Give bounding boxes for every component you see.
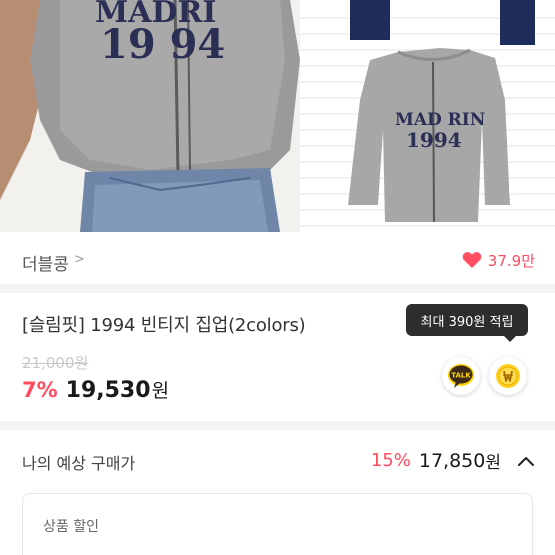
chevron-up-icon[interactable] <box>517 455 535 467</box>
chevron-right-icon[interactable]: > <box>74 252 85 267</box>
kakao-talk-button[interactable]: TALK <box>442 357 480 395</box>
discount-detail-card: 상품 할인 <box>22 493 533 555</box>
like-button[interactable]: 37.9만 <box>462 248 535 272</box>
brand-name-link[interactable]: 더블콩 <box>22 250 69 275</box>
product-hero-image[interactable]: MADRI 19 94 MAD RIN 1994 <box>0 0 555 232</box>
price-row: 7% 19,530 원 <box>22 376 169 403</box>
expected-discount-rate: 15% <box>370 450 411 471</box>
sale-price-currency: 원 <box>151 380 170 402</box>
product-title: [슬림핏] 1994 빈티지 집업(2colors) <box>22 315 306 336</box>
discount-card-title: 상품 할인 <box>43 519 99 535</box>
product-jacket-year: 1994 <box>406 128 462 152</box>
discount-rate: 7% <box>22 378 58 402</box>
product-jacket-illustration: MAD RIN 1994 <box>348 48 510 223</box>
expected-price-label: 나의 예상 구매가 <box>22 454 136 473</box>
kakao-talk-icon: TALK <box>448 364 474 388</box>
tooltip-arrow <box>503 335 517 342</box>
section-divider <box>0 284 555 293</box>
sale-price: 19,530 <box>65 378 151 403</box>
reward-coin-button[interactable] <box>489 357 527 395</box>
reward-tooltip-text: 최대 390원 적립 <box>420 314 514 330</box>
kakao-talk-label: TALK <box>451 372 471 380</box>
model-jacket-year: 19 94 <box>100 21 225 68</box>
expected-price-toggle[interactable]: 15% 17,850 원 <box>371 448 535 473</box>
coin-icon <box>496 364 520 388</box>
product-jacket-lettering: MAD RIN <box>395 110 485 130</box>
original-price: 21,000원 <box>22 354 89 372</box>
heart-icon <box>462 252 482 268</box>
section-divider <box>0 421 555 430</box>
expected-price-value: 17,850 <box>418 449 486 472</box>
like-count: 37.9만 <box>487 251 535 270</box>
product-photo: MADRI 19 94 MAD RIN 1994 <box>0 0 555 232</box>
expand-icon[interactable] <box>506 182 534 210</box>
reward-tooltip: 최대 390원 적립 <box>406 304 528 336</box>
brand-row: 더블콩 > 37.9만 <box>0 240 555 282</box>
expected-price-currency: 원 <box>485 453 501 473</box>
